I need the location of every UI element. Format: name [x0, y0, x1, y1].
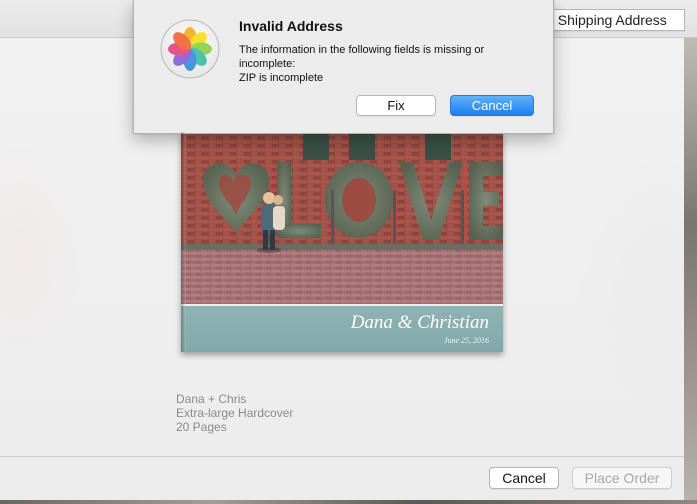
- book-spine: [181, 132, 186, 352]
- book-name: Dana + Chris: [176, 392, 247, 406]
- alert-message: The information in the following fields …: [239, 43, 539, 85]
- alert-message-line: ZIP is incomplete: [239, 72, 324, 84]
- cover-photo: [181, 132, 503, 304]
- cancel-order-button[interactable]: Cancel: [489, 467, 559, 489]
- photos-app-icon: [160, 19, 220, 79]
- book-cover-date: June 25, 2016: [443, 336, 489, 345]
- book-cover-title: Dana & Christian: [350, 312, 489, 333]
- photo-book-cover: Dana & Christian June 25, 2016: [181, 132, 503, 352]
- invalid-address-alert: Invalid Address The information in the f…: [133, 0, 554, 134]
- place-order-button[interactable]: Place Order: [572, 467, 672, 489]
- background-photo-strip: [684, 38, 697, 504]
- book-format: Extra-large Hardcover: [176, 406, 294, 420]
- background-photo-thumbnails: [0, 500, 697, 504]
- alert-message-line: The information in the following fields …: [239, 44, 485, 56]
- alert-title: Invalid Address: [239, 18, 343, 34]
- book-page-count: 20 Pages: [176, 420, 227, 434]
- alert-message-line: incomplete:: [239, 58, 296, 70]
- cancel-button[interactable]: Cancel: [450, 95, 534, 116]
- fix-button[interactable]: Fix: [356, 95, 436, 116]
